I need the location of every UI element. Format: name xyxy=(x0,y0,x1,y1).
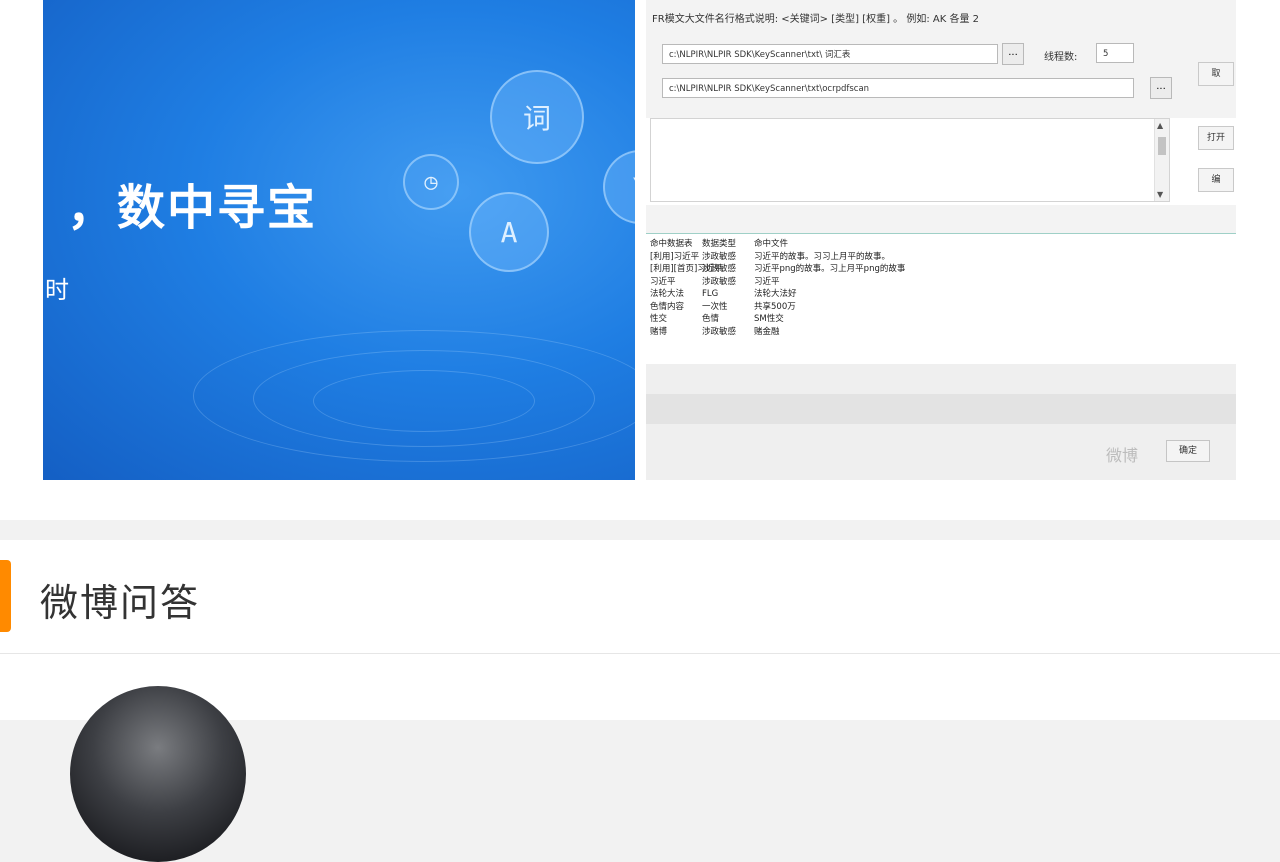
settings-panel: FR模文大文件名行格式说明: <关键词> [类型] [权重] 。 例如: AK … xyxy=(646,0,1236,118)
table-cell: 色情内容 xyxy=(650,301,685,312)
table-cell: 习近平png的故事。习上月平png的故事 xyxy=(754,264,906,274)
weibo-qa-section: 微博问答 xyxy=(0,540,1280,862)
open-button[interactable]: 打开 xyxy=(1198,126,1234,150)
mid-strip xyxy=(646,205,1236,233)
path-input-2[interactable]: c:\NLPIR\NLPIR SDK\KeyScanner\txt\ocrpdf… xyxy=(662,78,1134,98)
table-cell: [利用][首页]习近平 xyxy=(650,264,723,274)
textarea-scrollbar[interactable]: ▲ ▼ xyxy=(1154,119,1169,201)
scroll-down-arrow-icon[interactable]: ▼ xyxy=(1157,190,1163,199)
section-accent-bar xyxy=(0,560,11,632)
table-cell: 涉政敏感 xyxy=(702,276,737,287)
table-cell: 色情 xyxy=(702,314,720,324)
format-hint: FR模文大文件名行格式说明: <关键词> [类型] [权重] 。 例如: AK … xyxy=(652,14,979,25)
browse-button-1[interactable]: ... xyxy=(1002,43,1024,65)
table-cell: 法轮大法 xyxy=(650,289,685,299)
table-cell: SM性交 xyxy=(754,314,784,324)
table-row: 赌博 涉政敏感 赌金融 xyxy=(646,326,1236,339)
table-row: 命中数据表 数据类型 命中文件 xyxy=(646,238,1236,251)
table-cell: 赌金融 xyxy=(754,326,780,337)
table-cell: 共享500万 xyxy=(754,301,796,312)
clock-bubble-icon: ◷ xyxy=(403,154,459,210)
table-row: [利用]习近平 涉政敏感 习近平的故事。习习上月平的故事。 xyxy=(646,251,1236,264)
table-cell: 涉政敏感 xyxy=(702,326,737,337)
action-button-1[interactable]: 取 xyxy=(1198,62,1234,86)
bottom-panel: 微博 确定 xyxy=(646,364,1236,480)
scroll-thumb[interactable] xyxy=(1158,137,1166,155)
table-cell: 习近平 xyxy=(754,276,780,287)
table-row: [利用][首页]习近平 涉政敏感 习近平png的故事。习上月平png的故事 xyxy=(646,263,1236,276)
table-row: 法轮大法 FLG 法轮大法好 xyxy=(646,288,1236,301)
table-cell: 涉政敏感 xyxy=(702,251,737,262)
banner-subline: 时 xyxy=(45,276,69,304)
table-cell: 涉政敏感 xyxy=(702,264,737,274)
table-row: 习近平 涉政敏感 习近平 xyxy=(646,276,1236,289)
table-row: 性交 色情 SM性交 xyxy=(646,313,1236,326)
log-textarea[interactable]: ▲ ▼ xyxy=(650,118,1170,202)
table-cell: 赌博 xyxy=(650,326,668,337)
browse-button-2[interactable]: ... xyxy=(1150,77,1172,99)
table-cell: [利用]习近平 xyxy=(650,251,700,262)
table-cell: 命中数据表 xyxy=(650,239,693,249)
table-cell: 命中文件 xyxy=(754,239,789,249)
filter-bubble-icon: Y xyxy=(603,150,635,224)
scroll-up-arrow-icon[interactable]: ▲ xyxy=(1157,121,1163,130)
weibo-watermark: 微博 xyxy=(1106,446,1139,465)
banner-headline: ，数中寻宝 xyxy=(67,180,318,236)
table-cell: 法轮大法好 xyxy=(754,289,797,299)
letter-a-bubble-icon: A xyxy=(469,192,549,272)
table-cell: 性交 xyxy=(650,314,668,324)
section-divider xyxy=(0,653,1280,654)
section-title: 微博问答 xyxy=(40,581,201,625)
thread-count-label: 线程数: xyxy=(1044,52,1078,63)
ripple-ring xyxy=(313,370,535,432)
results-table: 命中数据表 数据类型 命中文件 [利用]习近平 涉政敏感 习近平的故事。习习上月平的故事。… xyxy=(646,233,1236,365)
thread-count-input[interactable]: 5 xyxy=(1096,43,1134,63)
edit-button[interactable]: 编 xyxy=(1198,168,1234,192)
ok-button[interactable]: 确定 xyxy=(1166,440,1210,462)
status-band xyxy=(646,394,1236,424)
table-cell: 习近平的故事。习习上月平的故事。 xyxy=(754,251,891,262)
table-row: 色情内容 一次性 共享500万 xyxy=(646,301,1236,314)
dictionary-bubble-icon: 词 xyxy=(490,70,584,164)
table-cell: 习近平 xyxy=(650,276,676,287)
path-input-1[interactable]: c:\NLPIR\NLPIR SDK\KeyScanner\txt\ 词汇表 xyxy=(662,44,998,64)
software-window-image: FR模文大文件名行格式说明: <关键词> [类型] [权重] 。 例如: AK … xyxy=(646,0,1236,480)
results-table-body: 命中数据表 数据类型 命中文件 [利用]习近平 涉政敏感 习近平的故事。习习上月平的故事。… xyxy=(646,234,1236,338)
table-cell: 数据类型 xyxy=(702,239,737,249)
promo-banner-image: 词 A ◷ Y ，数中寻宝 时 xyxy=(43,0,635,480)
table-cell: FLG xyxy=(702,289,719,299)
image-card: 词 A ◷ Y ，数中寻宝 时 FR模文大文件名行格式说明: <关键词> [类型… xyxy=(0,0,1280,520)
avatar[interactable] xyxy=(70,686,246,862)
table-cell: 一次性 xyxy=(702,301,728,312)
